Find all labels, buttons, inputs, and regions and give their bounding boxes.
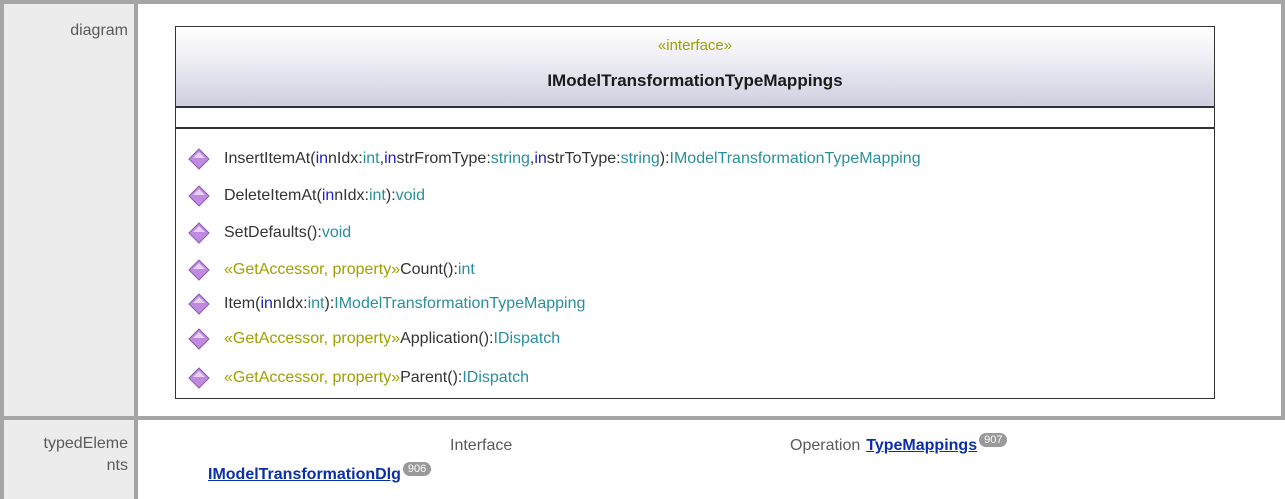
op-return-type: int	[457, 261, 475, 278]
op-param-type: string	[490, 150, 530, 167]
typed-operation-label: Operation	[790, 437, 861, 454]
op-param: nIdx:	[334, 187, 369, 204]
diamond-operation-icon	[188, 367, 210, 389]
typed-interface-link-cell: IModelTransformationDlg 906	[208, 462, 432, 484]
op-param-type: int	[362, 150, 380, 167]
typed-interface-label: Interface	[450, 437, 513, 454]
imodel-transformation-dlg-link[interactable]: IModelTransformationDlg	[208, 466, 401, 483]
op-name: DeleteItemAt(	[224, 187, 322, 204]
op-stereotype: «GetAccessor, property»	[224, 330, 401, 347]
op-param: nIdx:	[272, 295, 308, 312]
op-close: ):	[324, 295, 335, 312]
op-return-type: IModelTransformationTypeMapping	[334, 295, 586, 312]
op-return-type: void	[321, 224, 352, 241]
operation-set-defaults: SetDefaults(): void	[188, 221, 351, 245]
op-return-type: IDispatch	[493, 330, 561, 347]
op-keyword: in	[321, 187, 335, 204]
diamond-operation-icon	[188, 222, 210, 244]
operation-application: «GetAccessor, property» Application(): ID…	[188, 327, 560, 351]
op-param: strFromType:	[396, 150, 491, 167]
op-name: Count():	[400, 261, 458, 278]
row-label-diagram: diagram	[70, 22, 128, 39]
op-name: InsertItemAt(	[224, 150, 316, 167]
operation-parent: «GetAccessor, property» Parent(): IDispat…	[188, 366, 529, 390]
op-name: Item(	[224, 295, 261, 312]
uml-class-name: IModelTransformationTypeMappings	[547, 71, 843, 90]
op-param-type: string	[620, 150, 660, 167]
op-keyword: in	[315, 150, 329, 167]
table-border-right	[1281, 0, 1285, 420]
op-stereotype: «GetAccessor, property»	[224, 261, 401, 278]
type-mappings-link[interactable]: TypeMappings	[866, 437, 977, 454]
uml-stereotype: «interface»	[657, 37, 733, 54]
op-name: SetDefaults():	[224, 224, 322, 241]
diamond-operation-icon	[188, 293, 210, 315]
table-border-top	[0, 0, 1285, 4]
diamond-operation-icon	[188, 259, 210, 281]
attributes-compartment-divider	[176, 127, 1214, 129]
op-param: nIdx:	[328, 150, 363, 167]
diamond-operation-icon	[188, 328, 210, 350]
uml-header: «interface» IModelTransformationTypeMapp…	[176, 27, 1214, 108]
label-cell-diagram	[4, 4, 134, 416]
operation-insert-item-at: InsertItemAt(in nIdx: int, in strFromType…	[188, 147, 921, 171]
op-close: ):	[659, 150, 670, 167]
op-param: strToType:	[546, 150, 621, 167]
row-divider	[0, 416, 1285, 420]
op-stereotype: «GetAccessor, property»	[224, 369, 401, 386]
interface-ref-badge: 906	[402, 462, 432, 476]
uml-interface-box: «interface» IModelTransformationTypeMapp…	[175, 26, 1215, 399]
column-divider	[134, 0, 138, 499]
operation-count: «GetAccessor, property» Count(): int	[188, 258, 475, 282]
operation-delete-item-at: DeleteItemAt(in nIdx: int): void	[188, 184, 425, 208]
diamond-operation-icon	[188, 148, 210, 170]
op-keyword: in	[534, 150, 547, 167]
op-param-type: int	[307, 295, 325, 312]
row-label-typed-elements: typedElements	[43, 435, 129, 474]
op-keyword: in	[260, 295, 273, 312]
op-keyword: in	[384, 150, 397, 167]
op-name: Application():	[400, 330, 494, 347]
op-return-type: void	[395, 187, 425, 204]
op-return-type: IModelTransformationTypeMapping	[669, 150, 921, 167]
op-return-type: IDispatch	[462, 369, 530, 386]
op-name: Parent():	[400, 369, 463, 386]
operation-ref-badge: 907	[979, 433, 1008, 447]
op-close: ):	[385, 187, 396, 204]
op-param-type: int	[368, 187, 386, 204]
typed-operation-cell: Operation TypeMappings 907	[790, 433, 1008, 455]
operation-item: Item(in nIdx: int): IModelTransformationTy…	[188, 292, 585, 316]
diamond-operation-icon	[188, 185, 210, 207]
